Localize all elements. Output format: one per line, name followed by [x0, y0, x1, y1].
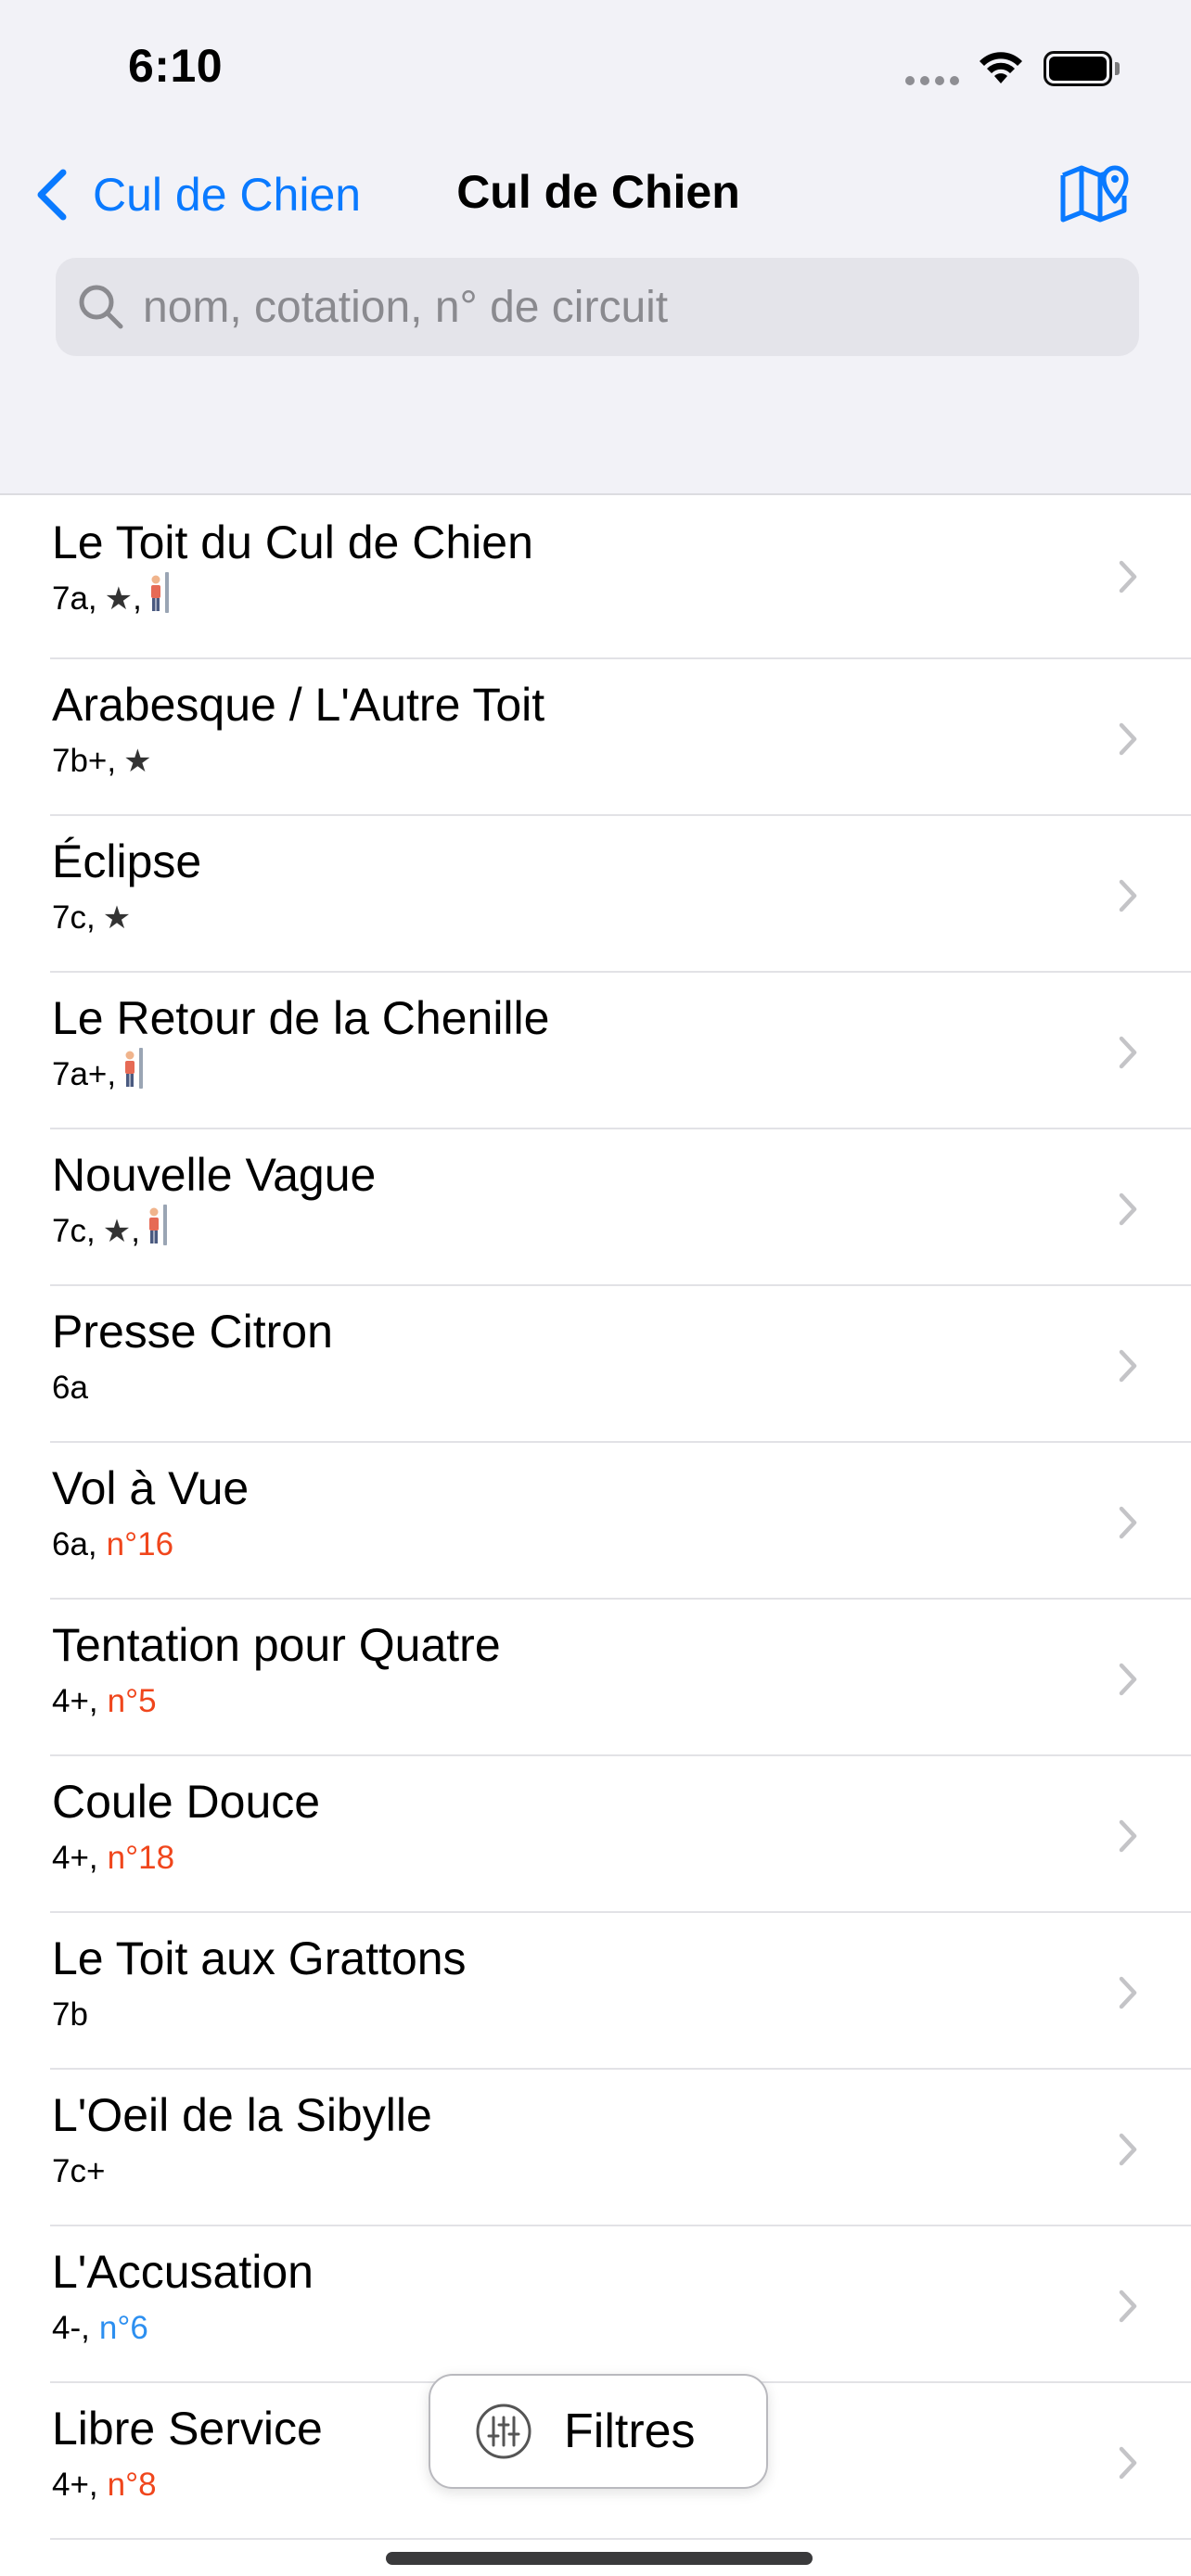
problem-name: Le Retour de la Chenille: [52, 992, 550, 1044]
problem-grade: 4-,: [52, 2310, 90, 2346]
problem-details: 7a+,: [52, 1048, 146, 1093]
chevron-right-icon: [1119, 2133, 1137, 2166]
search-bar[interactable]: [56, 258, 1139, 356]
map-icon[interactable]: [1057, 153, 1132, 227]
separator: ,: [133, 580, 142, 617]
problem-details: 7c+: [52, 2153, 105, 2190]
separator: ,: [131, 1213, 140, 1249]
problem-grade: 7c+: [52, 2153, 106, 2189]
problem-name: Le Toit du Cul de Chien: [52, 516, 533, 568]
list-item[interactable]: Le Retour de la Chenille 7a+,: [0, 973, 1191, 1129]
chevron-right-icon: [1119, 1819, 1137, 1853]
problem-details: 7b: [52, 1996, 88, 2034]
problem-name: Le Toit aux Grattons: [52, 1932, 467, 1984]
problem-name: L'Oeil de la Sibylle: [52, 2089, 432, 2141]
problem-details: 7c, ★,: [52, 1205, 170, 1250]
problem-details: 6a: [52, 1370, 88, 1407]
chevron-right-icon: [1119, 879, 1137, 912]
status-bar: 6:10: [0, 0, 1191, 139]
problem-name: L'Accusation: [52, 2246, 314, 2298]
star-icon: ★: [104, 581, 134, 617]
problem-name: Vol à Vue: [52, 1462, 250, 1514]
problem-grade: 4+,: [52, 2467, 98, 2503]
problem-name: Éclipse: [52, 835, 202, 887]
problem-grade: 7c,: [52, 899, 96, 936]
sliders-icon: [476, 2404, 531, 2459]
filters-button[interactable]: Filtres: [429, 2374, 768, 2489]
problem-grade: 6a,: [52, 1526, 97, 1562]
chevron-right-icon: [1119, 1349, 1137, 1383]
star-icon: ★: [102, 1214, 132, 1249]
problem-details: 4+, n°18: [52, 1840, 174, 1877]
list-item[interactable]: Le Toit aux Grattons 7b: [0, 1913, 1191, 2070]
problem-grade: 4+,: [52, 1840, 98, 1876]
list-item[interactable]: Éclipse 7c, ★: [0, 816, 1191, 973]
problem-details: 4+, n°8: [52, 2467, 157, 2504]
problem-grade: 7b+,: [52, 743, 117, 779]
highball-person-icon: [125, 1048, 144, 1089]
list-item[interactable]: Presse Citron 6a: [0, 1286, 1191, 1443]
highball-person-icon: [148, 1205, 167, 1245]
list-item[interactable]: Coule Douce 4+, n°18: [0, 1756, 1191, 1913]
problem-details: 6a, n°16: [52, 1526, 173, 1563]
problem-name: Libre Service: [52, 2403, 323, 2455]
wifi-icon: [980, 52, 1022, 83]
list-item[interactable]: Vol à Vue 6a, n°16: [0, 1443, 1191, 1600]
search-input[interactable]: [143, 281, 1108, 333]
circuit-number: n°8: [107, 2467, 157, 2503]
chevron-right-icon: [1119, 1036, 1137, 1069]
problem-grade: 7a+,: [52, 1056, 117, 1092]
chevron-right-icon: [1119, 2446, 1137, 2480]
circuit-number: n°18: [107, 1840, 175, 1876]
problem-name: Coule Douce: [52, 1776, 321, 1828]
problem-list: Le Toit du Cul de Chien 7a, ★, Arabesque / …: [0, 497, 1191, 2540]
problem-name: Nouvelle Vague: [52, 1149, 377, 1201]
star-icon: ★: [102, 900, 132, 936]
circuit-number: n°16: [106, 1526, 174, 1562]
chevron-right-icon: [1119, 722, 1137, 756]
problem-details: 4+, n°5: [52, 1683, 157, 1720]
list-item[interactable]: Arabesque / L'Autre Toit 7b+, ★: [0, 659, 1191, 816]
problem-grade: 7c,: [52, 1213, 96, 1249]
home-indicator: [386, 2552, 813, 2565]
list-item[interactable]: Nouvelle Vague 7c, ★,: [0, 1129, 1191, 1286]
circuit-number: n°5: [107, 1683, 157, 1719]
chevron-right-icon: [1119, 1663, 1137, 1696]
list-item[interactable]: Le Toit du Cul de Chien 7a, ★,: [0, 497, 1191, 659]
problem-grade: 7a,: [52, 580, 97, 617]
problem-details: 7b+, ★: [52, 743, 152, 780]
chevron-right-icon: [1119, 1506, 1137, 1539]
filters-button-label: Filtres: [564, 2404, 696, 2458]
list-item[interactable]: L'Oeil de la Sibylle 7c+: [0, 2070, 1191, 2226]
search-icon: [79, 285, 123, 329]
cellular-signal-icon: [905, 76, 959, 85]
problem-name: Presse Citron: [52, 1306, 333, 1358]
chevron-right-icon: [1119, 1976, 1137, 2009]
page-title: Cul de Chien: [456, 166, 740, 218]
status-time: 6:10: [128, 40, 224, 92]
navigation-bar: Cul de Chien Cul de Chien: [0, 139, 1191, 250]
chevron-right-icon: [1119, 1192, 1137, 1226]
problem-grade: 6a: [52, 1370, 88, 1406]
list-item[interactable]: L'Accusation 4-, n°6: [0, 2226, 1191, 2383]
chevron-right-icon: [1119, 560, 1137, 593]
star-icon: ★: [123, 744, 152, 779]
circuit-number: n°6: [98, 2310, 148, 2346]
problem-name: Arabesque / L'Autre Toit: [52, 679, 545, 731]
problem-details: 7c, ★: [52, 899, 131, 937]
battery-icon: [1044, 51, 1120, 86]
problem-grade: 4+,: [52, 1683, 98, 1719]
chevron-right-icon: [1119, 2289, 1137, 2323]
problem-name: Tentation pour Quatre: [52, 1619, 501, 1671]
problem-grade: 7b: [52, 1996, 88, 2033]
problem-details: 7a, ★,: [52, 572, 172, 618]
highball-person-icon: [150, 572, 169, 613]
list-item[interactable]: Tentation pour Quatre 4+, n°5: [0, 1600, 1191, 1756]
problem-details: 4-, n°6: [52, 2310, 148, 2347]
